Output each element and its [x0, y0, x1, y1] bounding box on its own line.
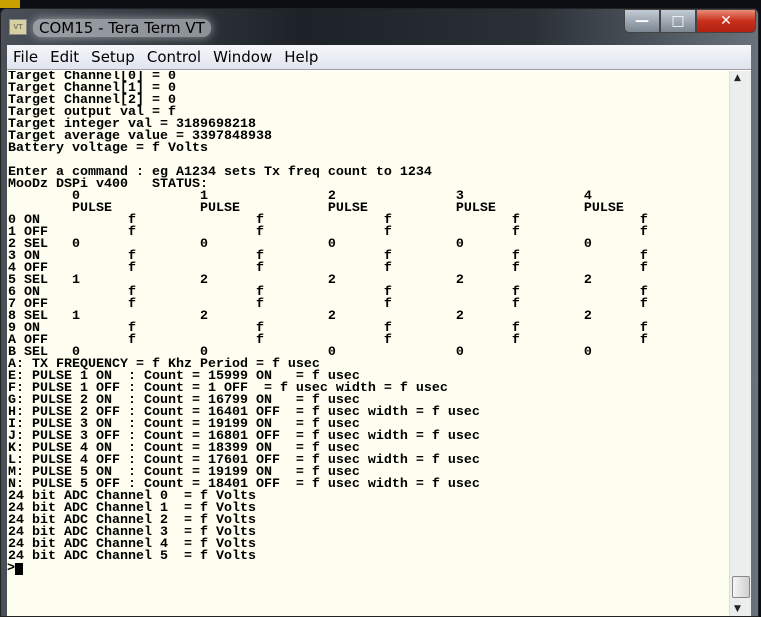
scroll-down-arrow-icon[interactable]: ▼: [734, 604, 741, 614]
close-button[interactable]: ✕: [696, 9, 756, 33]
terminal-line: Battery voltage = f Volts: [8, 141, 208, 156]
text-cursor: [15, 563, 23, 575]
desktop-decoration: [0, 0, 20, 8]
title-bar[interactable]: VT COM15 - Tera Term VT — □ ✕: [1, 9, 758, 45]
menu-window[interactable]: Window: [207, 48, 278, 66]
menu-bar: File Edit Setup Control Window Help: [7, 45, 751, 70]
minimize-icon: —: [635, 13, 649, 29]
menu-help[interactable]: Help: [278, 48, 324, 66]
scrollbar-thumb[interactable]: [732, 576, 750, 598]
prompt: >: [7, 561, 15, 576]
tera-term-app-icon[interactable]: VT: [9, 19, 27, 35]
window-title: COM15 - Tera Term VT: [33, 19, 211, 37]
maximize-icon: □: [671, 13, 685, 29]
menu-edit[interactable]: Edit: [44, 48, 85, 66]
close-icon: ✕: [720, 13, 732, 29]
terminal-line: 24 bit ADC Channel 5 = f Volts: [8, 549, 256, 564]
minimize-button[interactable]: —: [624, 9, 660, 33]
menu-control[interactable]: Control: [141, 48, 207, 66]
terminal-output[interactable]: Target Channel[0] = 0 Target Channel[1] =…: [7, 71, 730, 616]
scroll-up-arrow-icon[interactable]: ▲: [734, 73, 741, 83]
menu-setup[interactable]: Setup: [85, 48, 141, 66]
prompt-line[interactable]: >: [7, 561, 730, 576]
menu-file[interactable]: File: [7, 48, 44, 66]
tera-term-window: VT COM15 - Tera Term VT — □ ✕ File Edit …: [0, 8, 759, 617]
vertical-scrollbar[interactable]: ▲ ▼: [729, 71, 751, 616]
maximize-button[interactable]: □: [660, 9, 696, 33]
